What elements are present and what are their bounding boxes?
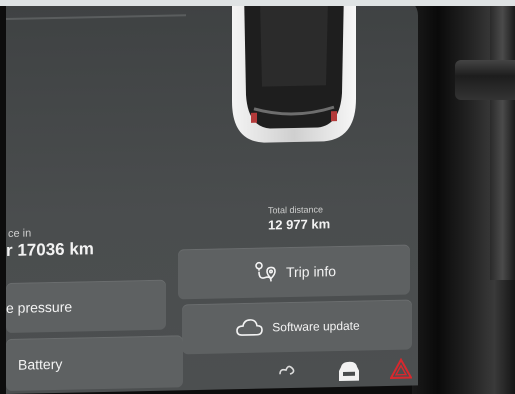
trip-info-button[interactable]: Trip info (178, 244, 410, 300)
battery-button[interactable]: Battery (6, 335, 183, 391)
software-update-label: Software update (272, 318, 360, 335)
car-display: ce in r 17036 km Total distance 12 977 k… (6, 0, 418, 394)
service-label: ce in (8, 227, 32, 240)
photo: ce in r 17036 km Total distance 12 977 k… (0, 0, 515, 394)
screen-mount-arm (490, 0, 515, 280)
cloud-icon (234, 318, 264, 339)
tire-pressure-button[interactable]: e pressure (6, 279, 166, 333)
fan-icon[interactable] (276, 360, 300, 386)
battery-label: Battery (18, 355, 63, 373)
trip-info-label: Trip info (285, 263, 337, 281)
car-image (224, 0, 364, 151)
service-interval: ce in r 17036 km (6, 226, 94, 261)
car-icon[interactable] (336, 359, 362, 389)
software-update-button[interactable]: Software update (182, 299, 412, 355)
photo-border (0, 0, 515, 6)
total-distance: Total distance 12 977 km (268, 204, 330, 232)
tire-pressure-label: e pressure (6, 298, 73, 316)
route-icon (252, 259, 278, 286)
total-distance-value: 12 977 km (268, 216, 331, 233)
hazard-icon[interactable] (389, 357, 413, 384)
divider (6, 14, 186, 20)
total-distance-label: Total distance (268, 204, 324, 216)
screen-mount (455, 60, 515, 100)
service-value: r 17036 km (6, 239, 94, 260)
bottom-bar (176, 357, 418, 392)
